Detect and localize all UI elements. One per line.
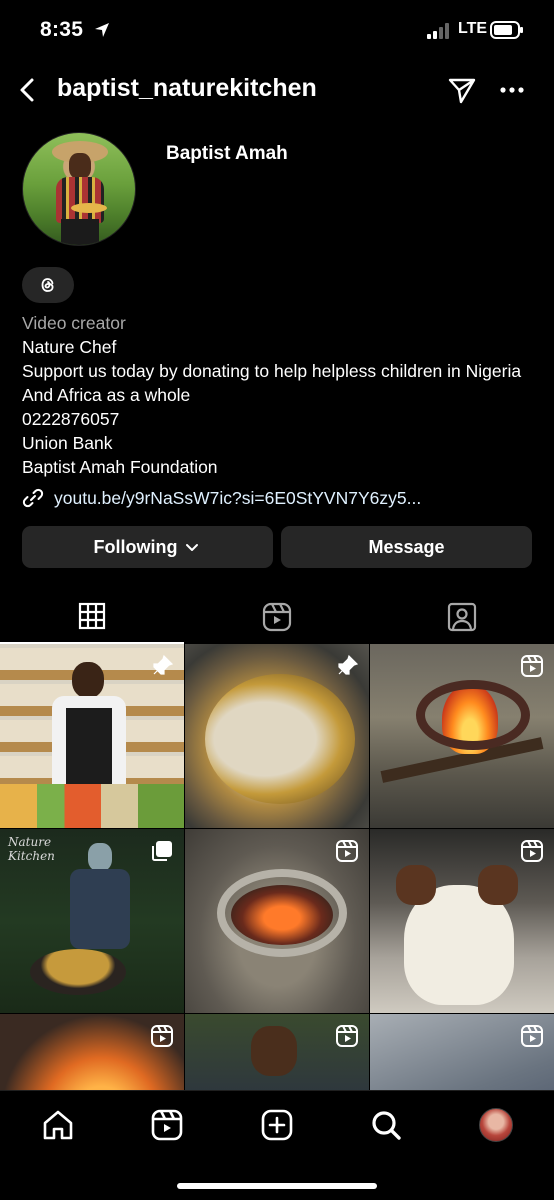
post-thumbnail[interactable]	[370, 1014, 554, 1090]
post-thumbnail[interactable]	[370, 829, 554, 1013]
status-bar: 8:35 LTE	[0, 0, 554, 62]
profile-avatar-icon	[479, 1108, 513, 1142]
post-thumbnail[interactable]	[370, 644, 554, 828]
post-thumbnail[interactable]	[185, 644, 369, 828]
nav-home[interactable]	[38, 1105, 78, 1145]
reel-icon	[521, 655, 543, 677]
threads-icon	[41, 278, 54, 292]
oil-pan	[205, 674, 355, 804]
battery-icon	[490, 21, 523, 39]
pin-icon	[153, 654, 174, 675]
bio-line: Support us today by donating to help hel…	[22, 361, 522, 405]
avatar-head	[69, 153, 91, 179]
cook-head	[88, 843, 112, 871]
display-name: Baptist Amah	[166, 143, 288, 164]
profile-link[interactable]: youtu.be/y9rNaSsW7ic?si=6E0StYVN7Y6zy5..…	[22, 485, 421, 511]
bio-line: Union Bank	[22, 433, 113, 453]
network-type: LTE	[458, 20, 488, 37]
pin-icon	[338, 654, 359, 675]
profile-tabs	[0, 590, 554, 644]
bio-line: Nature Chef	[22, 337, 117, 357]
reels-icon	[262, 602, 292, 632]
chevron-down-icon	[186, 544, 199, 551]
vegetables	[0, 784, 184, 828]
tab-reels[interactable]	[185, 590, 369, 644]
carousel-icon	[152, 841, 172, 861]
tab-grid[interactable]	[0, 590, 184, 644]
reel-icon	[336, 840, 358, 862]
bio-line: Baptist Amah Foundation	[22, 457, 218, 477]
grid-icon	[78, 602, 106, 630]
hand	[396, 865, 436, 905]
tagged-icon	[447, 602, 477, 632]
following-button[interactable]: Following	[22, 526, 273, 568]
cooking-pot	[30, 949, 126, 995]
bio-line: 0222876057	[22, 409, 120, 429]
metal-stand	[217, 869, 347, 957]
person-head	[251, 1026, 297, 1076]
threads-badge[interactable]	[22, 267, 74, 303]
location-arrow-icon	[95, 23, 109, 37]
profile-bio: Video creator Nature Chef Support us tod…	[22, 311, 542, 479]
tab-tagged[interactable]	[370, 590, 554, 644]
create-icon	[261, 1109, 293, 1141]
search-icon	[372, 1111, 401, 1140]
nature-kitchen-watermark: Nature Kitchen	[8, 835, 55, 863]
reel-icon	[521, 840, 543, 862]
metal-ring	[416, 680, 530, 750]
profile-username: baptist_naturekitchen	[57, 74, 317, 102]
avatar-bowl	[71, 203, 107, 213]
post-thumbnail[interactable]	[185, 829, 369, 1013]
reels-icon	[151, 1109, 183, 1141]
reel-icon	[151, 1025, 173, 1047]
home-icon	[43, 1110, 73, 1140]
more-options-icon[interactable]	[496, 74, 528, 106]
message-label: Message	[368, 536, 445, 557]
posts-grid: Nature Kitchen	[0, 644, 554, 1090]
post-thumbnail[interactable]: Nature Kitchen	[0, 829, 184, 1013]
reel-icon	[336, 1025, 358, 1047]
profile-header: baptist_naturekitchen	[0, 68, 554, 112]
back-chevron-icon[interactable]	[14, 74, 42, 106]
signal-icon	[427, 23, 449, 39]
cook-body	[70, 869, 130, 949]
profile-avatar[interactable]	[22, 132, 136, 246]
nav-profile[interactable]	[476, 1105, 516, 1145]
profile-category: Video creator	[22, 313, 126, 333]
nav-search[interactable]	[366, 1105, 406, 1145]
post-thumbnail[interactable]	[185, 1014, 369, 1090]
nav-reels[interactable]	[147, 1105, 187, 1145]
avatar-shirt	[56, 177, 104, 223]
send-message-icon[interactable]	[446, 74, 478, 106]
post-thumbnail[interactable]	[0, 644, 184, 828]
nav-create[interactable]	[257, 1105, 297, 1145]
status-time: 8:35	[40, 18, 84, 41]
home-indicator	[177, 1183, 377, 1189]
message-button[interactable]: Message	[281, 526, 532, 568]
reel-icon	[521, 1025, 543, 1047]
hand	[478, 865, 518, 905]
link-text[interactable]: youtu.be/y9rNaSsW7ic?si=6E0StYVN7Y6zy5..…	[54, 488, 421, 509]
link-icon	[22, 488, 44, 508]
following-label: Following	[93, 536, 178, 557]
avatar-pants	[61, 219, 99, 245]
post-thumbnail[interactable]	[0, 1014, 184, 1090]
chef-head	[72, 662, 104, 698]
